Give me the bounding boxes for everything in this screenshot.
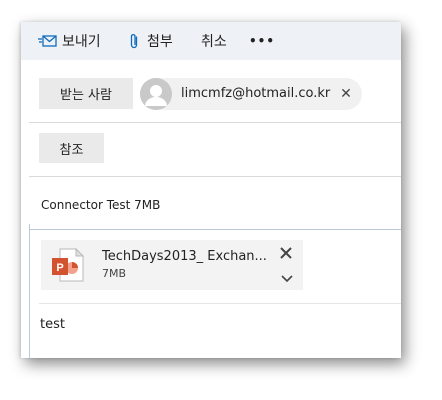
cancel-button[interactable]: 취소 [201, 22, 227, 60]
svg-text:P: P [56, 262, 63, 274]
remove-recipient-icon[interactable]: ✕ [339, 78, 353, 110]
attachment-name: TechDays2013_ Exchan... [102, 249, 267, 264]
to-button[interactable]: 받는 사람 [39, 78, 133, 109]
attach-label: 첨부 [147, 34, 173, 50]
subject-field[interactable]: Connector Test 7MB [41, 198, 160, 212]
recipient-email: limcmfz@hotmail.co.kr [181, 86, 331, 101]
more-icon: ••• [249, 34, 276, 48]
send-button[interactable]: 보내기 [38, 22, 101, 60]
cc-button[interactable]: 참조 [39, 133, 104, 163]
avatar [140, 78, 172, 110]
cancel-label: 취소 [201, 34, 227, 50]
divider [39, 303, 401, 304]
cc-button-label: 참조 [59, 142, 84, 158]
chevron-down-icon[interactable] [281, 268, 293, 287]
powerpoint-file-icon: P [50, 247, 86, 287]
compose-toolbar: 보내기 첨부 취소 ••• [21, 22, 401, 60]
attach-button[interactable]: 첨부 [129, 22, 173, 60]
remove-attachment-icon[interactable] [280, 244, 292, 263]
subject-underline [29, 229, 401, 230]
send-icon [38, 34, 57, 48]
paperclip-icon [129, 32, 139, 50]
attachment-size: 7MB [102, 267, 127, 280]
compose-window: 보내기 첨부 취소 ••• 받는 사람 limcmfz@hotmail.co.k… [21, 22, 401, 358]
divider [29, 176, 401, 177]
attachment-card[interactable]: P TechDays2013_ Exchan... 7MB [41, 240, 303, 290]
body-focus-border [29, 224, 30, 358]
recipient-chip[interactable]: limcmfz@hotmail.co.kr ✕ [140, 78, 362, 110]
more-options-button[interactable]: ••• [249, 22, 275, 60]
message-body[interactable]: test [40, 317, 65, 332]
send-label: 보내기 [62, 34, 101, 50]
divider [29, 122, 401, 123]
to-button-label: 받는 사람 [60, 88, 112, 103]
